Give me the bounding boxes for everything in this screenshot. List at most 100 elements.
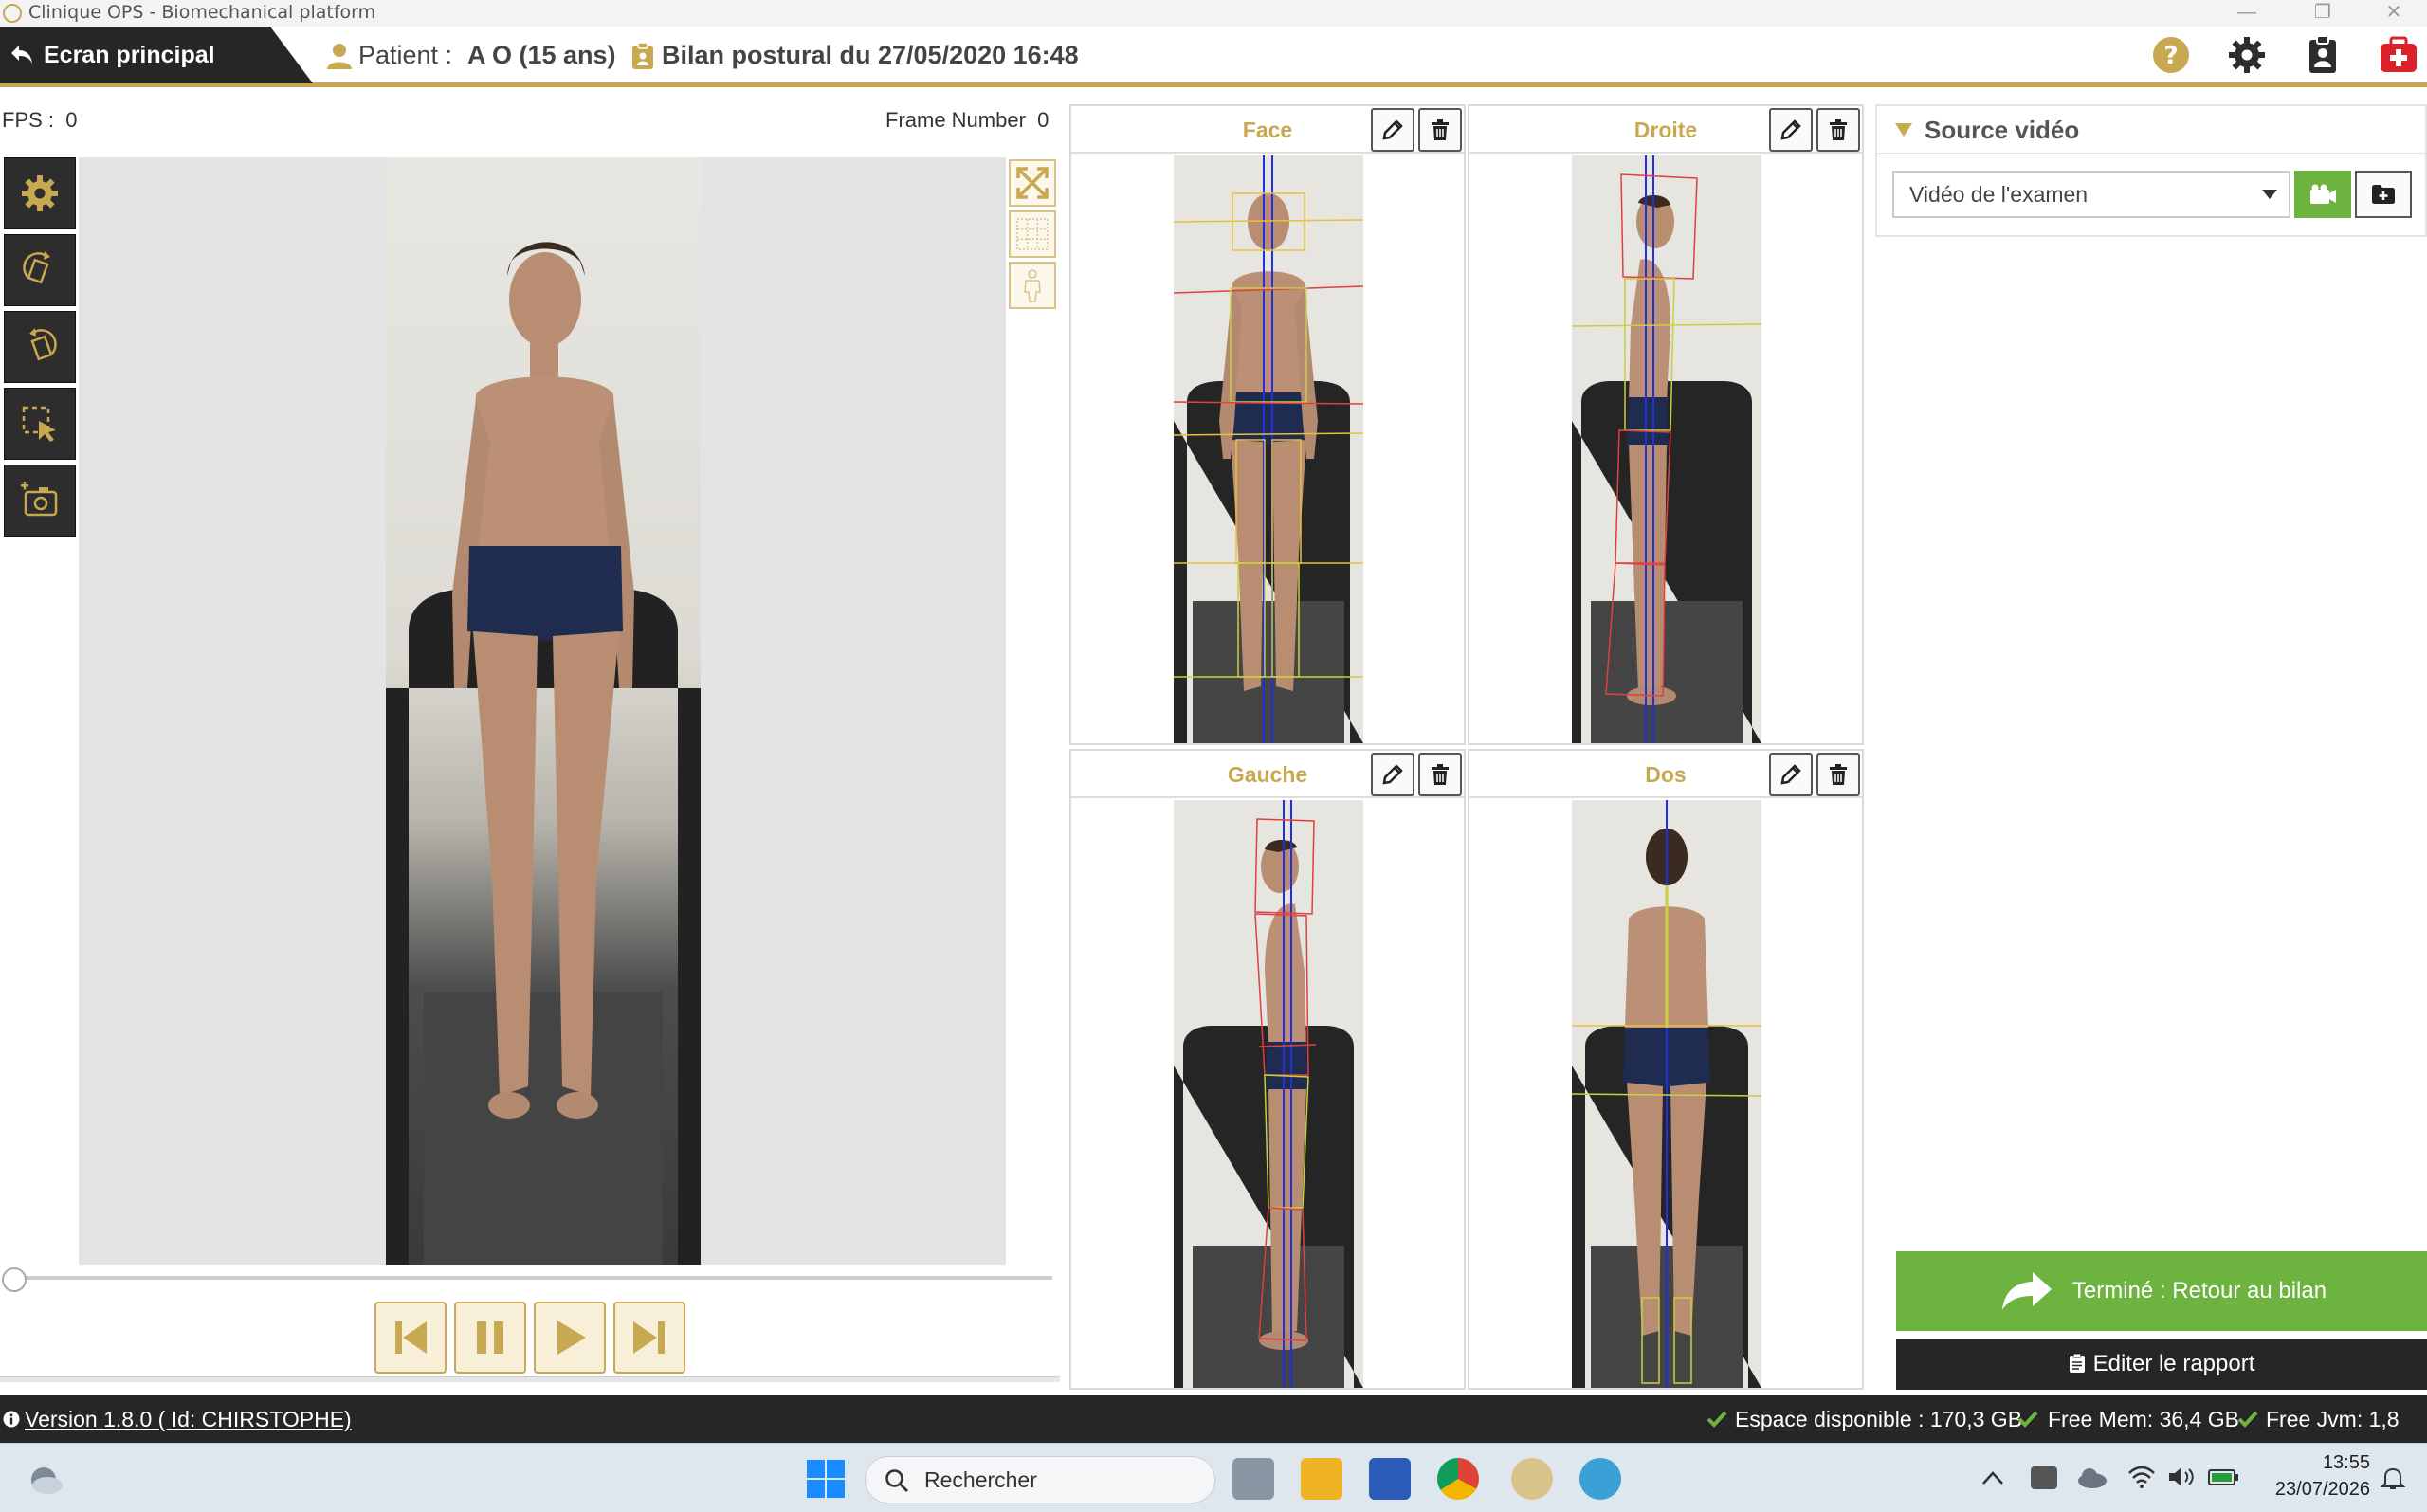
file-explorer-icon[interactable]: [1301, 1458, 1342, 1500]
delete-face-button[interactable]: [1418, 108, 1462, 152]
video-source-selected: Vidéo de l'examen: [1909, 182, 2089, 207]
search-placeholder: Rechercher: [924, 1467, 1037, 1492]
finish-return-button[interactable]: Terminé : Retour au bilan: [1896, 1251, 2427, 1331]
wifi-icon[interactable]: [2127, 1465, 2156, 1489]
body-outline-icon: [1024, 269, 1041, 302]
edit-face-button[interactable]: [1371, 108, 1414, 152]
battery-icon[interactable]: [2207, 1466, 2239, 1487]
status-bar: Version 1.8.0 ( Id: CHIRSTOPHE) Espace d…: [0, 1395, 2427, 1479]
player-bottom-divider: [0, 1376, 1060, 1382]
taskbar-search-box[interactable]: Rechercher: [865, 1456, 1215, 1503]
video-settings-button[interactable]: [4, 157, 76, 229]
trash-icon: [1432, 119, 1449, 140]
view-panel-gauche: Gauche: [1069, 749, 1466, 1390]
patient-silhouette: [386, 242, 701, 1265]
check-icon: [2017, 1411, 2038, 1428]
chrome-icon[interactable]: [1437, 1458, 1479, 1500]
edit-droite-button[interactable]: [1769, 108, 1813, 152]
grid-toggle-button[interactable]: [1009, 210, 1056, 258]
play-button[interactable]: [534, 1302, 606, 1374]
medical-kit-icon[interactable]: [2378, 34, 2419, 76]
video-source-select[interactable]: Vidéo de l'examen: [1892, 171, 2290, 218]
frame-value: 0: [1037, 108, 1049, 132]
delete-dos-button[interactable]: [1816, 753, 1860, 796]
timeline-slider[interactable]: [9, 1276, 1052, 1280]
app-logo-icon: [3, 4, 22, 23]
droite-analysis-overlay: [1572, 155, 1761, 743]
edit-report-label: Editer le rapport: [2092, 1351, 2255, 1376]
start-windows-icon[interactable]: [806, 1459, 846, 1499]
back-button-label: Ecran principal: [44, 42, 215, 68]
trash-icon: [1432, 764, 1449, 785]
play-icon: [557, 1321, 586, 1355]
check-icon: [2237, 1411, 2258, 1428]
source-video-title: Source vidéo: [1877, 106, 2425, 154]
pencil-icon: [1780, 119, 1801, 140]
tray-chevron-up-icon[interactable]: [1981, 1470, 2004, 1485]
minimize-button[interactable]: —: [2218, 0, 2275, 27]
free-memory-status: Free Mem: 36,4 GB: [2048, 1407, 2239, 1431]
header-bar: Ecran principal Patient : A O (15 ans) B…: [0, 27, 2427, 87]
open-file-source-button[interactable]: [2355, 171, 2412, 218]
svg-text:?: ?: [2163, 42, 2178, 70]
dos-posture-image: [1572, 800, 1761, 1388]
check-icon: [1706, 1411, 1727, 1428]
last-frame-button[interactable]: [613, 1302, 685, 1374]
edit-report-button[interactable]: Editer le rapport: [1896, 1339, 2427, 1390]
restore-button[interactable]: ❐: [2294, 0, 2351, 27]
exam-title: Bilan postural du 27/05/2020 16:48: [662, 41, 1079, 69]
patient-file-icon[interactable]: [2302, 34, 2344, 76]
patient-name: A O (15 ans): [467, 41, 616, 69]
fps-label: FPS :: [2, 108, 55, 132]
rotate-clockwise-icon: [23, 251, 50, 284]
weather-cloud-icon[interactable]: [27, 1463, 64, 1495]
search-icon: [885, 1469, 908, 1492]
frame-label: Frame Number: [885, 108, 1026, 132]
version-link[interactable]: Version 1.8.0 ( Id: CHIRSTOPHE): [25, 1395, 352, 1443]
camera-source-button[interactable]: [2294, 171, 2351, 218]
user-icon: [327, 44, 352, 69]
snapshot-button[interactable]: [4, 465, 76, 537]
volume-icon[interactable]: [2167, 1465, 2196, 1489]
edit-dos-button[interactable]: [1769, 753, 1813, 796]
view-panel-face: Face: [1069, 104, 1466, 745]
source-video-panel: Source vidéo Vidéo de l'examen: [1875, 104, 2427, 237]
help-icon[interactable]: ?: [2150, 34, 2192, 76]
delete-gauche-button[interactable]: [1418, 753, 1462, 796]
skip-end-icon: [633, 1321, 665, 1354]
clinique-ops-app-icon[interactable]: [1511, 1458, 1553, 1500]
delete-droite-button[interactable]: [1816, 108, 1860, 152]
os-taskbar: Rechercher 13:55 23/07/2026: [0, 1443, 2427, 1512]
taskbar-clock[interactable]: 13:55 23/07/2026: [2256, 1449, 2370, 1503]
tray-app-icon[interactable]: [2031, 1466, 2057, 1489]
close-window-button[interactable]: ✕: [2365, 0, 2422, 27]
select-region-button[interactable]: [4, 388, 76, 460]
patient-label: Patient :: [358, 41, 453, 69]
globe-app-icon[interactable]: [1579, 1458, 1621, 1500]
body-outline-toggle-button[interactable]: [1009, 262, 1056, 309]
chevron-down-icon: [2262, 190, 2277, 199]
word-icon[interactable]: [1369, 1458, 1411, 1500]
pause-icon: [477, 1321, 503, 1354]
taskbar-time: 13:55: [2322, 1452, 2370, 1473]
first-frame-button[interactable]: [374, 1302, 447, 1374]
onedrive-cloud-icon[interactable]: [2076, 1466, 2108, 1489]
share-arrow-icon: [2002, 1272, 2052, 1310]
fps-value: 0: [65, 108, 78, 132]
window-titlebar: Clinique OPS - Biomechanical platform — …: [0, 0, 2427, 27]
trash-icon: [1830, 119, 1847, 140]
rotate-right-button[interactable]: [4, 234, 76, 306]
task-view-icon[interactable]: [1232, 1458, 1274, 1500]
fullscreen-button[interactable]: [1009, 159, 1056, 207]
notification-bell-icon[interactable]: [2380, 1466, 2406, 1491]
timeline-slider-handle[interactable]: [2, 1267, 27, 1292]
droite-posture-image: [1572, 155, 1761, 743]
edit-gauche-button[interactable]: [1371, 753, 1414, 796]
gear-icon: [22, 175, 58, 211]
info-icon: [3, 1411, 20, 1428]
back-main-screen-button[interactable]: Ecran principal: [0, 27, 313, 83]
gauche-posture-image: [1174, 800, 1363, 1388]
pause-button[interactable]: [454, 1302, 526, 1374]
rotate-left-button[interactable]: [4, 311, 76, 383]
settings-gear-icon[interactable]: [2226, 34, 2268, 76]
